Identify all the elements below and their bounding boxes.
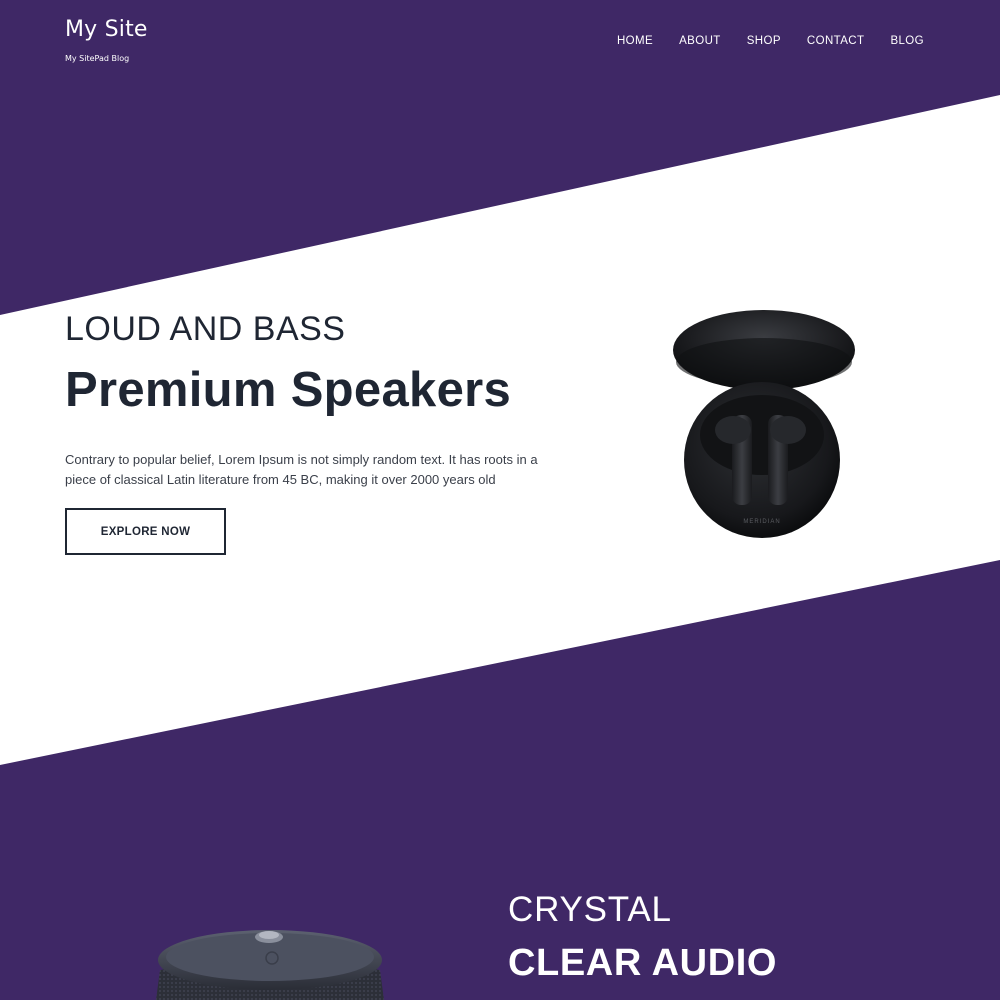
bluetooth-speaker-image	[156, 930, 384, 1000]
nav-item-contact[interactable]: CONTACT	[807, 35, 865, 47]
nav-item-blog[interactable]: BLOG	[890, 35, 924, 47]
hero-title: Premium Speakers	[65, 363, 512, 417]
explore-now-button[interactable]: EXPLORE NOW	[65, 508, 226, 555]
hero-kicker: LOUD AND BASS	[65, 310, 346, 348]
site-title[interactable]: My Site	[65, 17, 148, 42]
nav-item-about[interactable]: ABOUT	[679, 35, 721, 47]
section2-kicker: CRYSTAL	[508, 890, 672, 929]
nav-item-home[interactable]: HOME	[617, 35, 653, 47]
page: My Site My SitePad Blog HOME ABOUT SHOP …	[0, 0, 1000, 1000]
section2-title: CLEAR AUDIO	[508, 942, 778, 984]
nav-item-shop[interactable]: SHOP	[747, 35, 781, 47]
product-brand-text: MERIDIAN	[743, 519, 780, 525]
main-nav: HOME ABOUT SHOP CONTACT BLOG	[617, 35, 924, 47]
earbuds-case-image: MERIDIAN	[673, 310, 855, 538]
hero-body-text: Contrary to popular belief, Lorem Ipsum …	[65, 452, 538, 487]
site-tagline: My SitePad Blog	[65, 54, 130, 63]
